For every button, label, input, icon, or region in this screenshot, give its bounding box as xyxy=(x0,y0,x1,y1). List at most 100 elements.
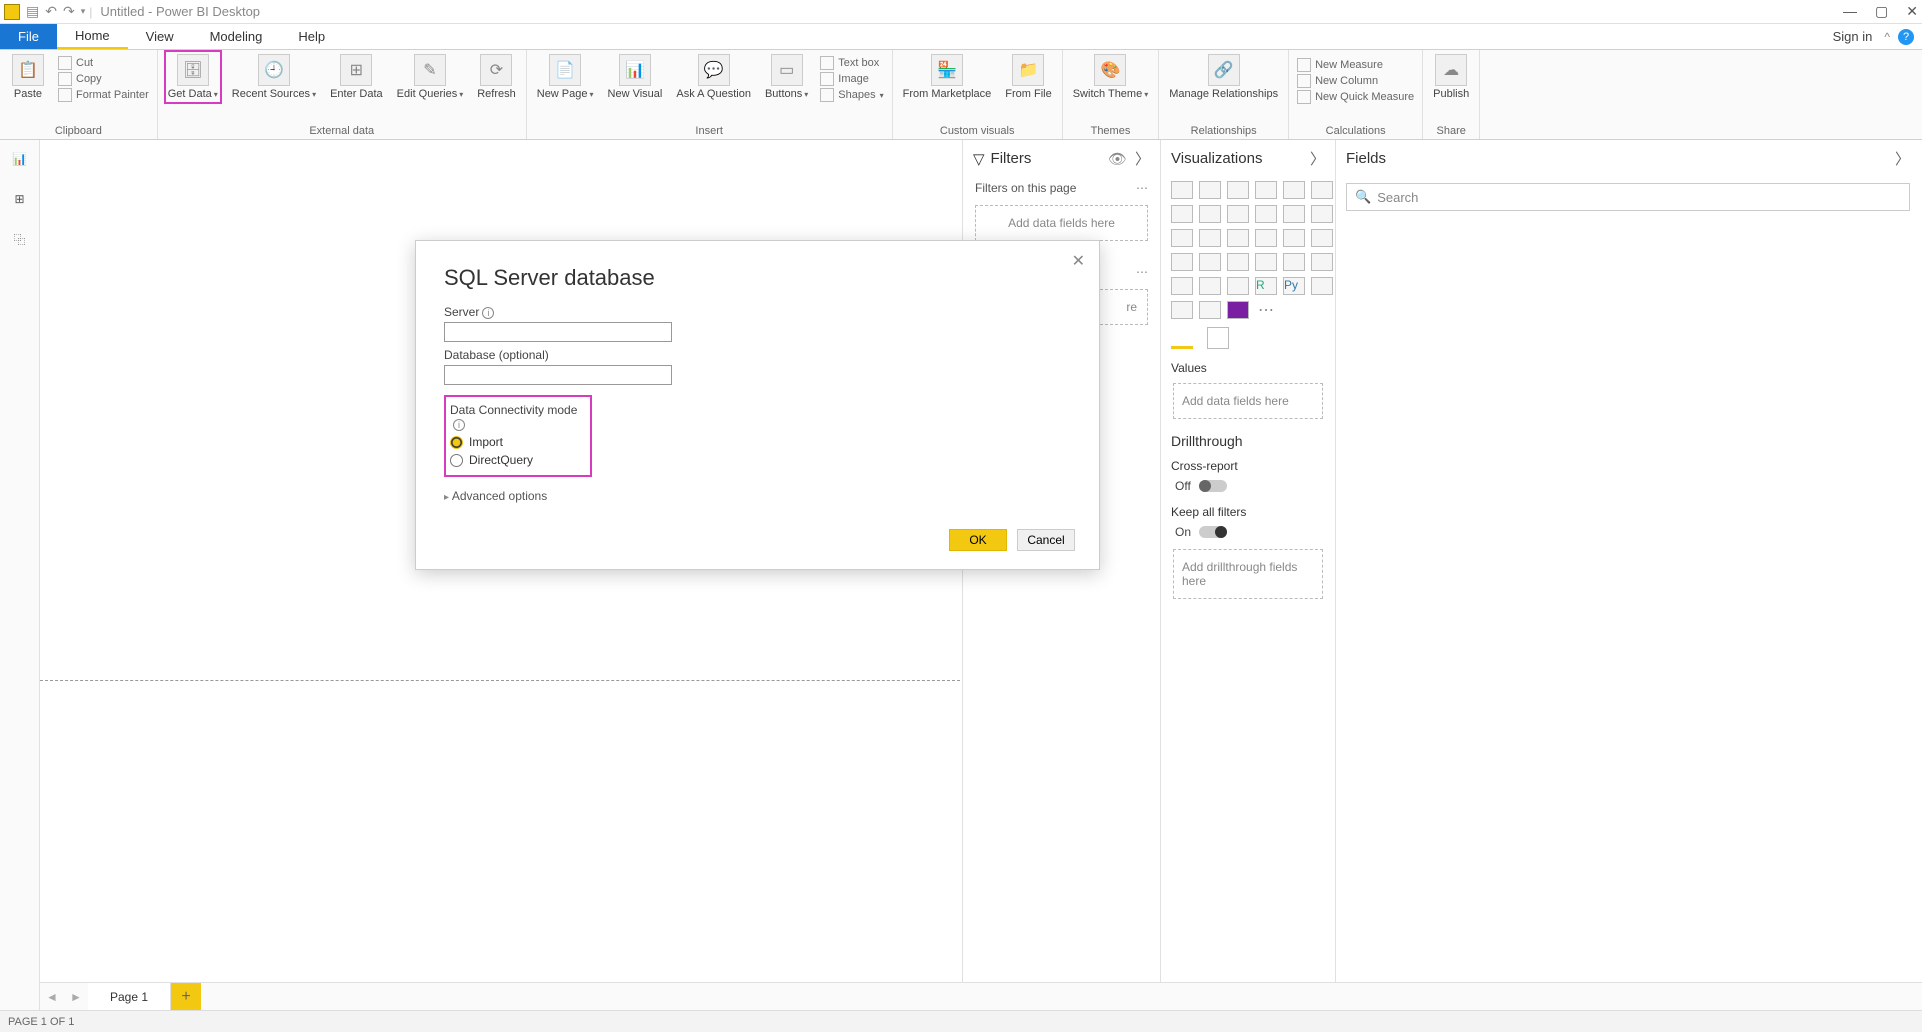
new-column-button[interactable]: New Column xyxy=(1297,74,1414,88)
viz-multi-card-icon[interactable] xyxy=(1283,253,1305,271)
database-input[interactable] xyxy=(444,365,672,385)
viz-line-clustered-icon[interactable] xyxy=(1283,205,1305,223)
dialog-close-icon[interactable]: ✕ xyxy=(1072,251,1085,271)
paste-button[interactable]: 📋 Paste xyxy=(8,52,48,102)
directquery-radio-row[interactable]: DirectQuery xyxy=(450,453,582,467)
tab-help[interactable]: Help xyxy=(280,24,343,49)
filters-visibility-icon[interactable]: 👁 xyxy=(1108,150,1127,168)
from-marketplace-button[interactable]: 🏪From Marketplace xyxy=(901,52,994,102)
format-tab-icon[interactable] xyxy=(1207,327,1229,349)
new-measure-button[interactable]: New Measure xyxy=(1297,58,1414,72)
visualizations-collapse-icon[interactable]: 〉 xyxy=(1310,148,1325,169)
fields-tab-icon[interactable] xyxy=(1171,327,1193,349)
new-page-button[interactable]: 📄New Page xyxy=(535,52,596,102)
fields-collapse-icon[interactable]: 〉 xyxy=(1895,148,1910,169)
tab-modeling[interactable]: Modeling xyxy=(192,24,281,49)
report-view-icon[interactable]: 📊 xyxy=(9,148,31,170)
page-next-icon[interactable]: ► xyxy=(64,990,88,1004)
undo-icon[interactable]: ↶ xyxy=(45,3,57,20)
viz-stacked-area-icon[interactable] xyxy=(1227,205,1249,223)
sign-in-link[interactable]: Sign in xyxy=(1821,24,1885,49)
viz-kpi-icon[interactable] xyxy=(1311,253,1333,271)
tab-view[interactable]: View xyxy=(128,24,192,49)
viz-treemap-icon[interactable] xyxy=(1311,229,1333,247)
viz-py-icon[interactable]: Py xyxy=(1283,277,1305,295)
viz-powerapps-icon[interactable] xyxy=(1199,301,1221,319)
copy-button[interactable]: Copy xyxy=(58,72,149,86)
shapes-button[interactable]: Shapes▾ xyxy=(820,88,883,102)
viz-donut-icon[interactable] xyxy=(1283,229,1305,247)
edit-queries-button[interactable]: ✎ Edit Queries xyxy=(395,52,466,102)
minimize-icon[interactable]: — xyxy=(1843,3,1857,20)
text-box-button[interactable]: Text box xyxy=(820,56,883,70)
directquery-radio[interactable] xyxy=(450,454,463,467)
image-button[interactable]: Image xyxy=(820,72,883,86)
from-file-button[interactable]: 📁From File xyxy=(1003,52,1053,102)
refresh-button[interactable]: ⟳ Refresh xyxy=(475,52,518,102)
info-icon[interactable]: i xyxy=(482,307,494,319)
viz-clustered-bar-icon[interactable] xyxy=(1227,181,1249,199)
viz-pie-icon[interactable] xyxy=(1255,229,1277,247)
viz-more-icon[interactable]: ⋯ xyxy=(1255,301,1277,319)
filters-drop-zone[interactable]: Add data fields here xyxy=(975,205,1148,241)
page-prev-icon[interactable]: ◄ xyxy=(40,990,64,1004)
viz-ribbon-icon[interactable] xyxy=(1311,205,1333,223)
values-drop-zone[interactable]: Add data fields here xyxy=(1173,383,1323,419)
page-tab-1[interactable]: Page 1 xyxy=(88,983,171,1010)
format-painter-button[interactable]: Format Painter xyxy=(58,88,149,102)
filters-more-icon-2[interactable]: ⋯ xyxy=(1136,265,1148,279)
viz-card-icon[interactable] xyxy=(1255,253,1277,271)
viz-funnel-icon[interactable] xyxy=(1199,229,1221,247)
save-icon[interactable]: ▤ xyxy=(26,3,39,20)
viz-r-icon[interactable]: R xyxy=(1255,277,1277,295)
viz-waterfall-icon[interactable] xyxy=(1171,229,1193,247)
new-quick-measure-button[interactable]: New Quick Measure xyxy=(1297,90,1414,104)
viz-table-icon[interactable] xyxy=(1199,277,1221,295)
viz-line-icon[interactable] xyxy=(1171,205,1193,223)
tab-file[interactable]: File xyxy=(0,24,57,49)
model-view-icon[interactable]: ⿻ xyxy=(9,228,31,250)
import-radio[interactable] xyxy=(450,436,463,449)
new-visual-button[interactable]: 📊New Visual xyxy=(606,52,665,102)
viz-key-influencers-icon[interactable] xyxy=(1311,277,1333,295)
fields-search-input[interactable]: 🔍 Search xyxy=(1346,183,1910,211)
viz-filled-map-icon[interactable] xyxy=(1199,253,1221,271)
viz-slicer-icon[interactable] xyxy=(1171,277,1193,295)
viz-arcgis-icon[interactable] xyxy=(1171,301,1193,319)
ask-question-button[interactable]: 💬Ask A Question xyxy=(674,52,753,102)
data-view-icon[interactable]: ⊞ xyxy=(9,188,31,210)
manage-relationships-button[interactable]: 🔗Manage Relationships xyxy=(1167,52,1280,102)
advanced-options-toggle[interactable]: Advanced options xyxy=(444,489,1071,503)
viz-area-icon[interactable] xyxy=(1199,205,1221,223)
recent-sources-button[interactable]: 🕘 Recent Sources xyxy=(230,52,318,102)
help-icon[interactable]: ? xyxy=(1898,29,1914,45)
switch-theme-button[interactable]: 🎨Switch Theme xyxy=(1071,52,1151,102)
viz-gauge-icon[interactable] xyxy=(1227,253,1249,271)
add-page-button[interactable]: + xyxy=(171,983,201,1010)
viz-custom-icon[interactable] xyxy=(1227,301,1249,319)
ribbon-collapse-icon[interactable]: ^ xyxy=(1884,30,1890,44)
info-icon[interactable]: i xyxy=(453,419,465,431)
get-data-button[interactable]: 🗄 Get Data xyxy=(166,52,220,102)
server-input[interactable] xyxy=(444,322,672,342)
filters-collapse-icon[interactable]: 〉 xyxy=(1135,148,1150,169)
viz-stacked-column-icon[interactable] xyxy=(1199,181,1221,199)
viz-scatter-icon[interactable] xyxy=(1227,229,1249,247)
cut-button[interactable]: Cut xyxy=(58,56,149,70)
viz-matrix-icon[interactable] xyxy=(1227,277,1249,295)
import-radio-row[interactable]: Import xyxy=(450,435,582,449)
enter-data-button[interactable]: ⊞ Enter Data xyxy=(328,52,385,102)
viz-clustered-column-icon[interactable] xyxy=(1255,181,1277,199)
filters-more-icon[interactable]: ⋯ xyxy=(1136,181,1148,195)
redo-icon[interactable]: ↷ xyxy=(63,3,75,20)
buttons-button[interactable]: ▭Buttons xyxy=(763,52,810,102)
viz-stacked-bar-icon[interactable] xyxy=(1171,181,1193,199)
viz-map-icon[interactable] xyxy=(1171,253,1193,271)
close-icon[interactable]: ✕ xyxy=(1906,3,1918,20)
tab-home[interactable]: Home xyxy=(57,24,128,49)
viz-100-bar-icon[interactable] xyxy=(1283,181,1305,199)
cross-report-toggle[interactable]: Off xyxy=(1161,475,1335,497)
keep-filters-toggle[interactable]: On xyxy=(1161,521,1335,543)
maximize-icon[interactable]: ▢ xyxy=(1875,3,1888,20)
cancel-button[interactable]: Cancel xyxy=(1017,529,1075,551)
